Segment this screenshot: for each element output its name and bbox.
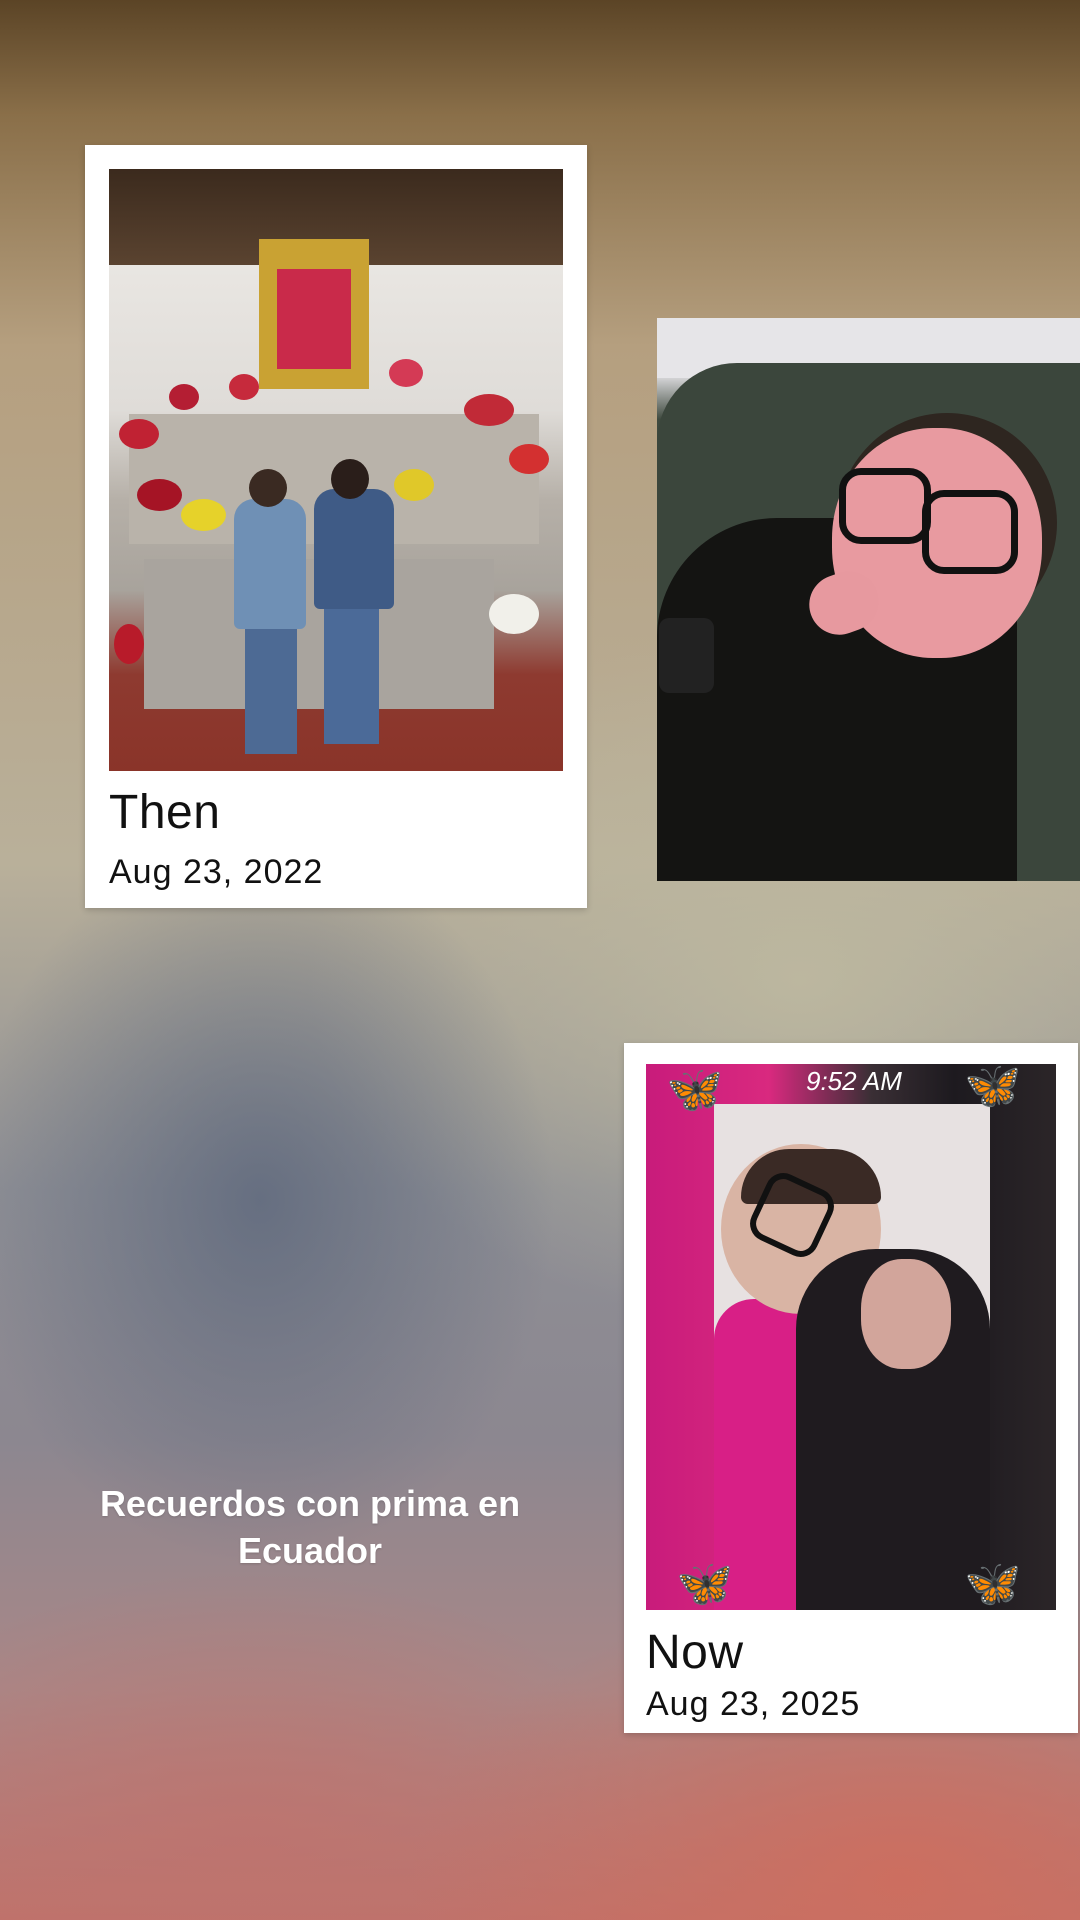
person-left-head [249,469,287,507]
butterfly-icon: 🦋 [964,1557,1022,1609]
flowers [181,499,226,531]
flowers [114,624,144,664]
glasses-right [922,490,1018,574]
person-right-legs [324,609,379,744]
person-right-head [331,459,369,499]
altar-image [277,269,351,369]
butterfly-icon: 🦋 [676,1557,734,1609]
now-title: Now [646,1626,744,1679]
flowers [119,419,159,449]
face-right [861,1259,951,1369]
person-left-legs [245,629,297,754]
butterfly-icon: 🦋 [666,1064,724,1115]
flowers [489,594,539,634]
glasses-left [839,468,931,544]
flowers [389,359,423,387]
story-caption-text[interactable]: Recuerdos con prima en Ecuador [60,1480,560,1574]
then-photo [109,169,563,771]
flowers [137,479,182,511]
watch-shape [659,618,714,693]
flowers [394,469,434,501]
photo-time-label: 9:52 AM [806,1066,902,1096]
now-polaroid-card[interactable]: 9:52 AM 🦋 🦋 🦋 🦋 Now Aug 23, 2025 [624,1043,1078,1733]
flowers [509,444,549,474]
then-date: Aug 23, 2022 [109,853,324,891]
butterfly-icon: 🦋 [964,1064,1022,1111]
person-right [314,489,394,609]
then-title: Then [109,786,221,839]
person-left [234,499,306,629]
now-photo: 9:52 AM 🦋 🦋 🦋 🦋 [646,1064,1056,1610]
flowers [464,394,514,426]
flowers [169,384,199,410]
now-date: Aug 23, 2025 [646,1685,861,1723]
then-polaroid-card[interactable]: Then Aug 23, 2022 [85,145,587,908]
flowers [229,374,259,400]
selfie-photo[interactable] [657,318,1080,881]
